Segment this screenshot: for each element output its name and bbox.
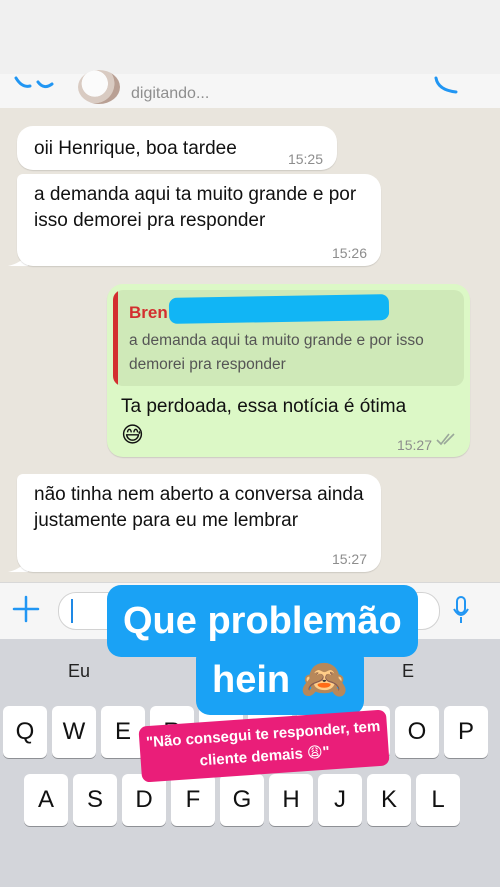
quote-author: Bren — [129, 303, 168, 322]
key-l[interactable]: L — [416, 774, 460, 826]
redaction-mark — [168, 294, 390, 324]
chat-area: oii Henrique, boa tardee 15:25 a demanda… — [0, 108, 500, 582]
typing-status: digitando... — [131, 85, 210, 102]
message-time: 15:25 — [287, 151, 323, 167]
message-text: Ta perdoada, essa notícia é ótima — [121, 396, 407, 417]
key-k[interactable]: K — [367, 774, 411, 826]
message-time: 15:27 — [396, 437, 432, 453]
message-emoji: 😅 — [121, 422, 144, 447]
story-text-sticker: Que problemão hein 🙈 — [107, 585, 462, 715]
key-g[interactable]: G — [220, 774, 264, 826]
key-p[interactable]: P — [444, 706, 488, 758]
plus-icon[interactable] — [12, 595, 40, 623]
message-received[interactable]: oii Henrique, boa tardee 15:25 — [17, 126, 337, 170]
suggestion-item[interactable]: Eu — [68, 661, 90, 682]
message-time: 15:26 — [331, 245, 367, 261]
key-f[interactable]: F — [171, 774, 215, 826]
message-received[interactable]: a demanda aqui ta muito grande e por iss… — [17, 174, 381, 266]
read-ticks-icon — [436, 433, 455, 446]
back-icon[interactable] — [14, 76, 54, 94]
key-d[interactable]: D — [122, 774, 166, 826]
quote-bar — [113, 290, 118, 386]
quote-text: a demanda aqui ta muito grande e por iss… — [129, 332, 424, 373]
chat-header — [0, 74, 500, 109]
message-text: não tinha nem aberto a conversa ainda ju… — [34, 484, 364, 531]
sticker-line-2: hein 🙈 — [196, 645, 364, 715]
quoted-message[interactable]: Bren a demanda aqui ta muito grande e po… — [113, 290, 464, 386]
call-icon[interactable] — [432, 76, 462, 96]
message-time: 15:27 — [331, 551, 367, 567]
key-j[interactable]: J — [318, 774, 362, 826]
key-o[interactable]: O — [395, 706, 439, 758]
message-text: oii Henrique, boa tardee — [34, 138, 237, 159]
message-text: a demanda aqui ta muito grande e por iss… — [34, 184, 357, 231]
key-a[interactable]: A — [24, 774, 68, 826]
message-received[interactable]: não tinha nem aberto a conversa ainda ju… — [17, 474, 381, 572]
key-h[interactable]: H — [269, 774, 313, 826]
avatar[interactable] — [78, 70, 120, 104]
message-sent[interactable]: Bren a demanda aqui ta muito grande e po… — [107, 284, 470, 457]
text-caret — [71, 599, 73, 623]
key-w[interactable]: W — [52, 706, 96, 758]
key-q[interactable]: Q — [3, 706, 47, 758]
key-s[interactable]: S — [73, 774, 117, 826]
